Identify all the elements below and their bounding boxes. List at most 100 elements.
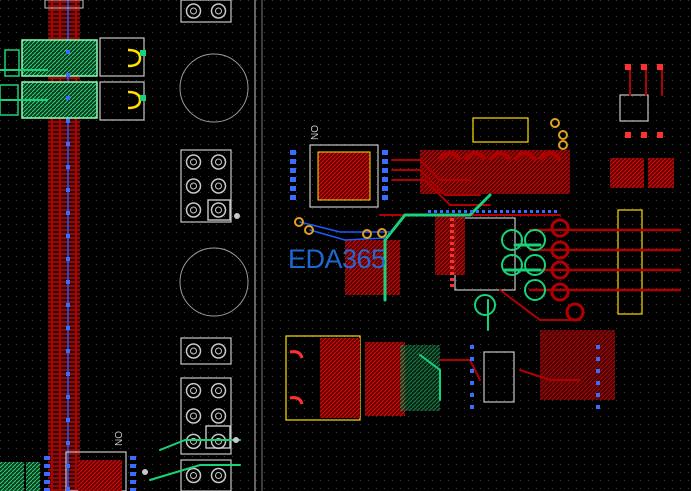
pin-tick: [66, 487, 70, 491]
selected-pad: [524, 254, 546, 276]
pcb-canvas[interactable]: NO NO EDA365: [0, 0, 691, 491]
pin-tick: [66, 165, 70, 169]
header-pin: [210, 433, 227, 450]
header-pin-hole: [190, 347, 197, 355]
power-section[interactable]: [285, 330, 615, 421]
pin-tick: [450, 248, 454, 251]
pin-tick: [596, 369, 600, 373]
pin-tick: [482, 210, 485, 213]
pin-tick: [66, 73, 70, 77]
pin-tick: [446, 210, 449, 213]
header-pin: [210, 178, 227, 194]
header-pin-hole: [215, 206, 222, 214]
right-connector[interactable]: [610, 94, 674, 315]
pin-tick: [625, 132, 631, 138]
pin-tick: [434, 210, 437, 213]
pin-tick: [450, 218, 454, 221]
pin-tick: [494, 210, 497, 213]
header-pin: [185, 467, 202, 484]
pin-tick: [625, 64, 631, 70]
pin-tick: [554, 210, 557, 213]
mounting-hole-lower: [179, 247, 249, 317]
header-pin: [210, 382, 227, 399]
header-pin: [185, 3, 202, 19]
via: [558, 140, 568, 150]
pin-tick: [382, 150, 388, 155]
pin-tick: [130, 472, 136, 476]
pin-tick: [66, 188, 70, 192]
pin-tick: [470, 369, 474, 373]
header-pin-hole: [190, 387, 197, 395]
header-pin: [185, 408, 202, 424]
pin-tick: [66, 257, 70, 261]
pin-tick: [66, 349, 70, 353]
pin-tick: [290, 177, 296, 182]
header-pin-hole: [215, 7, 222, 15]
header-pin-hole: [215, 182, 222, 190]
pin-tick: [66, 418, 70, 422]
eda365-watermark: EDA365: [288, 244, 386, 274]
pin-tick: [66, 50, 70, 54]
pin-tick: [506, 210, 509, 213]
header-pin: [210, 3, 227, 19]
pin-tick: [450, 224, 454, 227]
pin-tick: [66, 303, 70, 307]
pin-tick: [290, 186, 296, 191]
header-pin: [210, 154, 227, 170]
pin-tick: [657, 132, 663, 138]
pin-tick: [596, 381, 600, 385]
header-pin: [185, 382, 202, 399]
pin-tick: [290, 168, 296, 173]
header-pin-hole: [190, 182, 197, 190]
pin-tick: [536, 210, 539, 213]
pin-tick: [470, 345, 474, 349]
pin-tick: [66, 142, 70, 146]
header-pin: [210, 467, 227, 484]
via-marker: [142, 469, 148, 475]
pin-tick: [450, 254, 454, 257]
header-pin-hole: [190, 158, 197, 166]
pin-tick: [596, 345, 600, 349]
pin-tick: [470, 210, 473, 213]
pin-tick: [290, 195, 296, 200]
pin-tick: [66, 234, 70, 238]
pin-tick: [440, 210, 443, 213]
pin-tick: [641, 64, 647, 70]
pin-tick: [470, 381, 474, 385]
via: [558, 130, 568, 140]
header-outline: [180, 149, 232, 223]
pin-headers[interactable]: [180, 0, 232, 491]
pin-tick: [596, 405, 600, 409]
pin-tick: [530, 210, 533, 213]
label-no-bottom: NO: [114, 431, 125, 446]
pin-tick: [66, 119, 70, 123]
header-outline: [180, 337, 232, 365]
pin-tick: [500, 210, 503, 213]
connector-outline-left[interactable]: [99, 37, 146, 121]
pad-ring: [565, 302, 585, 322]
header-outline: [180, 0, 232, 23]
pin-tick: [428, 210, 431, 213]
pin-tick: [470, 405, 474, 409]
pin-tick: [450, 236, 454, 239]
pin-tick: [470, 357, 474, 361]
pin-tick: [66, 211, 70, 215]
pin-tick: [66, 326, 70, 330]
header-pin-hole: [190, 472, 197, 479]
pin-tick: [450, 266, 454, 269]
pin-tick: [290, 150, 296, 155]
pin-tick: [382, 186, 388, 191]
pin-tick: [290, 159, 296, 164]
via: [377, 228, 387, 238]
header-pin: [210, 202, 227, 218]
header-pin-hole: [215, 347, 222, 355]
pin-tick: [66, 395, 70, 399]
header-pin: [185, 178, 202, 194]
selected-pad: [501, 254, 523, 276]
pin-tick: [130, 456, 136, 460]
pin-tick: [596, 357, 600, 361]
pad-ring: [550, 218, 570, 238]
pin-tick: [470, 393, 474, 397]
header-pin-hole: [190, 412, 197, 420]
traces-layer: [149, 69, 682, 481]
